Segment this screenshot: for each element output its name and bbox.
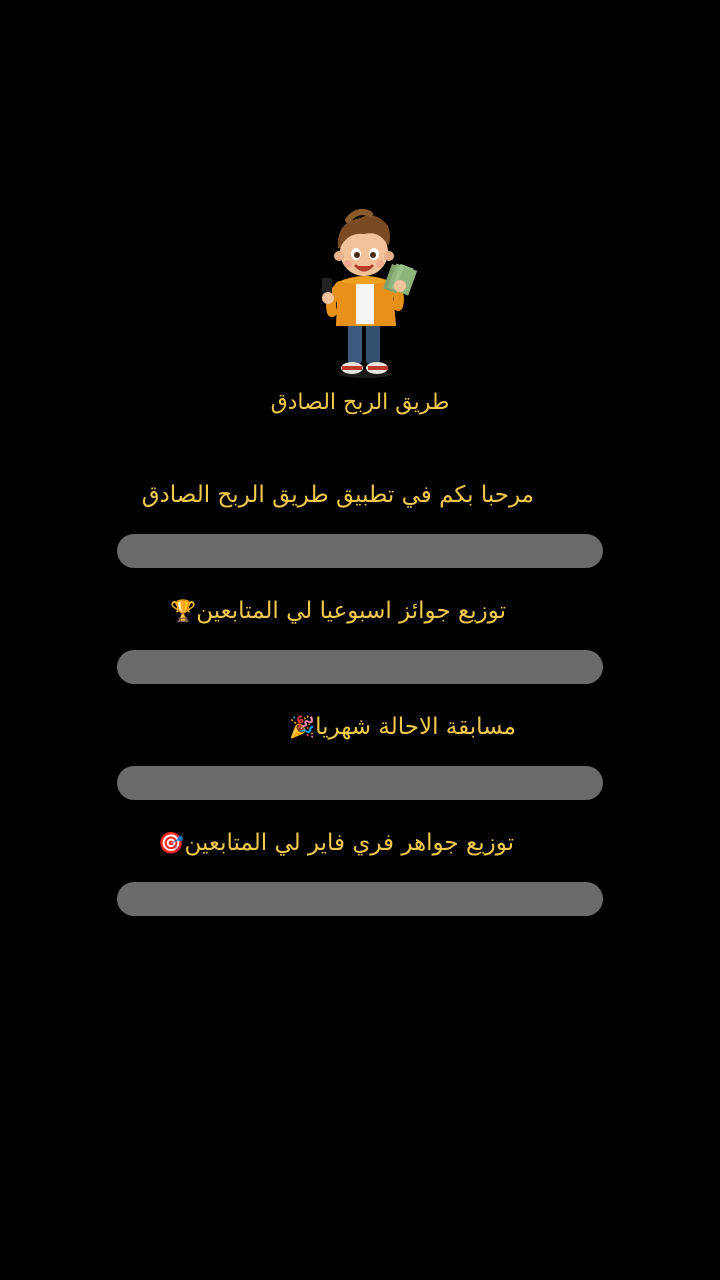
- trophy-icon: 🏆: [170, 599, 197, 623]
- welcome-label: مرحبا بكم في تطبيق طريق الربح الصادق: [141, 482, 534, 508]
- weekly-prizes-bar[interactable]: [117, 650, 603, 684]
- weekly-prizes-text: توزيع جوائز اسبوعيا لي المتابعين🏆: [170, 598, 506, 624]
- boy-with-money-mascot-icon: [322, 209, 418, 378]
- free-fire-gems-text: توزيع جواهر فري فاير لي المتابعين🎯: [158, 830, 514, 856]
- referral-contest-bar[interactable]: [117, 766, 603, 800]
- party-popper-icon: 🎉: [288, 715, 316, 739]
- referral-contest-text: مسابقة الاحالة شهريا🎉: [289, 714, 516, 740]
- weekly-prizes-label: توزيع جوائز اسبوعيا لي المتابعين: [196, 598, 506, 624]
- welcome-bar[interactable]: [117, 534, 603, 568]
- welcome-text: مرحبا بكم في تطبيق طريق الربح الصادق: [142, 482, 534, 508]
- free-fire-gems-bar[interactable]: [117, 882, 603, 916]
- app-title: طريق الربح الصادق: [270, 390, 450, 415]
- referral-contest-label: مسابقة الاحالة شهريا: [315, 714, 516, 740]
- target-icon: 🎯: [158, 831, 185, 855]
- free-fire-gems-label: توزيع جواهر فري فاير لي المتابعين: [184, 830, 514, 856]
